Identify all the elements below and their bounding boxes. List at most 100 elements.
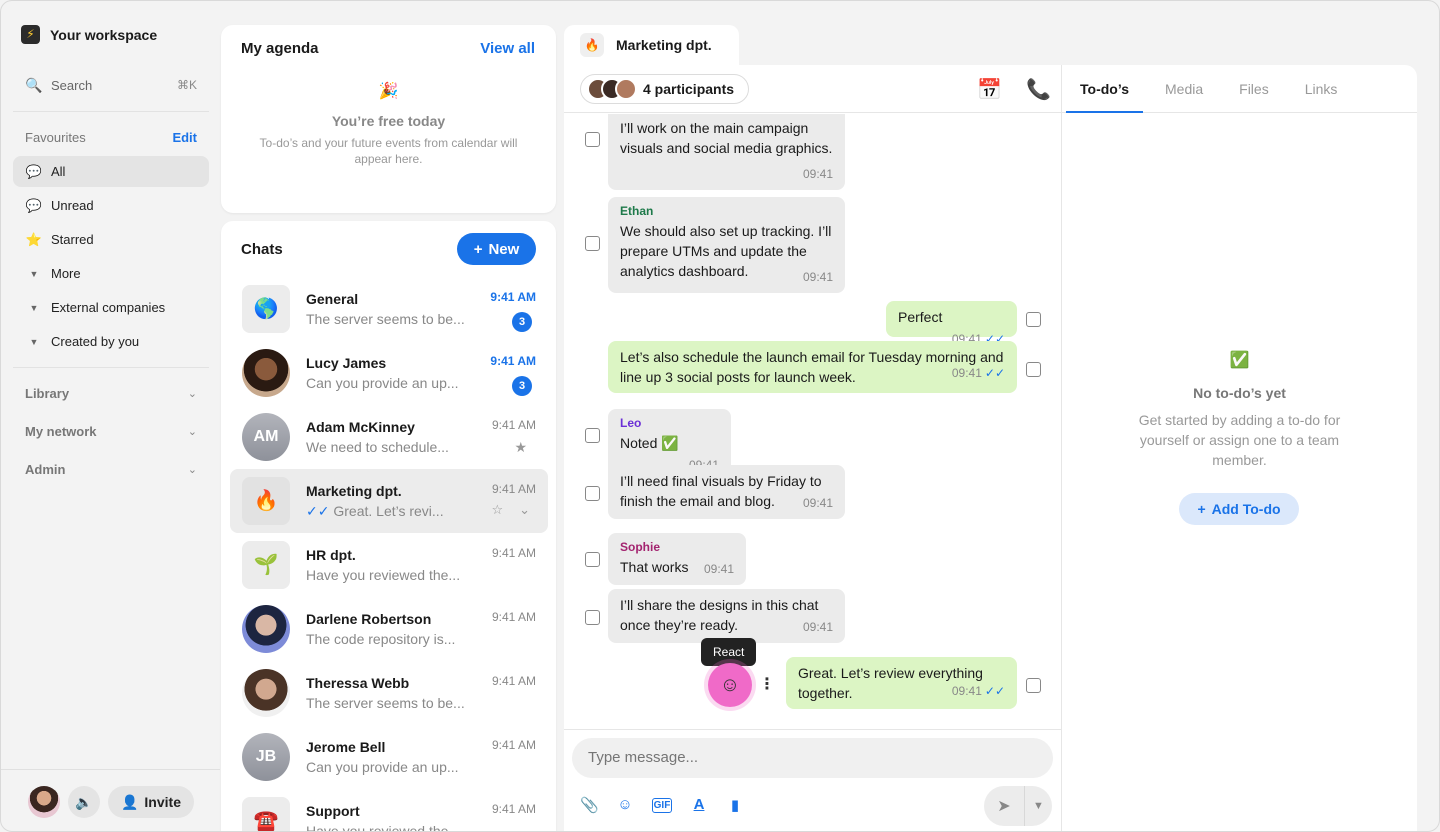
tab-todos[interactable]: To-do’s [1062, 65, 1147, 113]
react-tooltip: React [701, 638, 757, 666]
sidebar-item-more[interactable]: ▼ More [13, 258, 209, 289]
favourites-edit-button[interactable]: Edit [172, 130, 197, 145]
poll-icon[interactable]: ▮ [726, 796, 744, 814]
unread-bubble-icon: 💬 [25, 197, 43, 213]
view-all-link[interactable]: View all [480, 40, 535, 57]
tab-links[interactable]: Links [1287, 65, 1356, 112]
agenda-empty-subtitle: To-do’s and your future events from cale… [259, 136, 518, 166]
avatar[interactable] [28, 786, 60, 818]
search-bar[interactable]: 🔍 Search ⌘K [25, 75, 197, 95]
message-time: 09:41 [802, 167, 833, 181]
message-time: 09:41 [802, 620, 833, 634]
participants-label: 4 participants [643, 81, 735, 97]
sidebar-item-unread[interactable]: 💬 Unread [13, 190, 209, 221]
message-checkbox[interactable] [585, 236, 600, 251]
chat-list-item[interactable]: Theressa Webb The server seems to be... … [230, 661, 548, 725]
avatar [615, 78, 637, 100]
message-checkbox[interactable] [585, 428, 600, 443]
sidebar: ⚡ Your workspace 🔍 Search ⌘K Favourites … [1, 1, 220, 831]
emoji-icon[interactable]: ☺ [616, 796, 634, 814]
message-meta: 09:41 ✓✓ [952, 681, 1005, 701]
message-checkbox[interactable] [1026, 678, 1041, 693]
section-my-network[interactable]: My network ⌄ [25, 424, 197, 439]
chat-list-item[interactable]: 🌱 HR dpt. Have you reviewed the... 9:41 … [230, 533, 548, 597]
chat-list-item[interactable]: 🌎 General The server seems to be... 9:41… [230, 277, 548, 341]
send-icon[interactable]: ➤ [984, 796, 1024, 816]
participants-button[interactable]: 4 participants [580, 74, 750, 104]
smiley-icon: ☺ [719, 674, 741, 696]
message-bubble[interactable]: I’ll share the designs in this chat once… [608, 589, 845, 643]
divider [13, 111, 209, 112]
chevron-down-icon[interactable]: ⌄ [519, 502, 530, 518]
message-checkbox[interactable] [585, 610, 600, 625]
message-text: Perfect [898, 309, 943, 325]
text-format-icon[interactable]: A [690, 796, 708, 814]
tab-marketing-dpt[interactable]: 🔥 Marketing dpt. [564, 25, 739, 65]
message-list: I’ll work on the main campaign visuals a… [564, 114, 1061, 730]
chat-list-item-selected[interactable]: 🔥 Marketing dpt. ✓✓ Great. Let’s revi...… [230, 469, 548, 533]
section-admin[interactable]: Admin ⌄ [25, 462, 197, 477]
chat-preview: We need to schedule... [306, 439, 449, 455]
speaker-button[interactable]: 🔈 [68, 786, 100, 818]
more-options-icon[interactable]: ⋮ [759, 674, 775, 694]
message-bubble[interactable]: Sophie That works 09:41 [608, 533, 746, 585]
message-bubble[interactable]: Ethan We should also set up tracking. I’… [608, 197, 845, 293]
tab-files[interactable]: Files [1221, 65, 1287, 112]
message-bubble-outgoing[interactable]: Perfect 09:41 ✓✓ [886, 301, 1017, 346]
add-todo-label: Add To-do [1211, 501, 1281, 517]
invite-label: Invite [144, 794, 181, 810]
gif-icon[interactable]: GIF [652, 798, 672, 813]
add-user-icon: 👤 [120, 793, 139, 810]
message-bubble-outgoing[interactable]: Let’s also schedule the launch email for… [608, 341, 1017, 393]
add-todo-button[interactable]: + Add To-do [1179, 493, 1299, 525]
message-composer: 📎 ☺ GIF A ▮ ➤ ▼ [564, 729, 1061, 831]
calendar-add-icon[interactable]: 📅 [977, 77, 1002, 102]
star-outline-icon[interactable]: ☆ [491, 502, 503, 518]
chat-time: 9:41 AM [491, 738, 536, 752]
message-bubble-outgoing[interactable]: Great. Let’s review everything together.… [786, 657, 1017, 709]
chevron-down-icon: ⌄ [187, 464, 197, 476]
message-input[interactable] [572, 738, 1053, 778]
invite-button[interactable]: 👤 Invite [108, 786, 194, 818]
chat-name: Marketing dpt. [306, 483, 402, 499]
chat-list-item[interactable]: Darlene Robertson The code repository is… [230, 597, 548, 661]
sidebar-item-external-companies[interactable]: ▼ External companies [13, 292, 209, 323]
react-button[interactable]: ☺ [708, 663, 752, 707]
chat-name: Darlene Robertson [306, 611, 432, 627]
fire-icon: 🔥 [580, 33, 604, 57]
chat-list-item[interactable]: JB Jerome Bell Can you provide an up... … [230, 725, 548, 789]
workspace-switcher[interactable]: ⚡ Your workspace [21, 25, 157, 44]
sidebar-item-starred[interactable]: ⭐ Starred [13, 224, 209, 255]
paperclip-icon[interactable]: 📎 [580, 796, 599, 814]
message-checkbox[interactable] [1026, 362, 1041, 377]
sidebar-item-all[interactable]: 💬 All [13, 156, 209, 187]
new-chat-button[interactable]: + New [457, 233, 536, 265]
sidebar-item-label: All [51, 164, 66, 179]
tab-media[interactable]: Media [1147, 65, 1221, 112]
chat-preview: The code repository is... [306, 631, 456, 647]
star-icon[interactable]: ★ [514, 439, 527, 456]
agenda-empty-title: You’re free today [331, 113, 446, 129]
chevron-down-icon[interactable]: ▼ [1025, 800, 1052, 812]
chevron-down-icon: ⌄ [187, 388, 197, 400]
new-chat-label: New [488, 240, 520, 258]
chats-title: Chats [241, 241, 283, 258]
message-text: Let’s also schedule the launch email for… [620, 349, 1004, 385]
section-library[interactable]: Library ⌄ [25, 386, 197, 401]
message-checkbox[interactable] [585, 552, 600, 567]
sidebar-item-label: Starred [51, 232, 94, 247]
avatar: AM [242, 413, 290, 461]
message-bubble[interactable]: I’ll work on the main campaign visuals a… [608, 114, 845, 190]
chat-list-item[interactable]: Lucy James Can you provide an up... 9:41… [230, 341, 548, 405]
message-checkbox[interactable] [585, 132, 600, 147]
phone-icon[interactable]: 📞 [1026, 77, 1051, 102]
message-text: I’ll share the designs in this chat once… [620, 597, 819, 633]
sidebar-item-created-by-you[interactable]: ▼ Created by you [13, 326, 209, 357]
chats-panel: Chats + New 🌎 General The server seems t… [221, 221, 556, 831]
message-checkbox[interactable] [585, 486, 600, 501]
chat-list-item[interactable]: ☎️ Support Have you reviewed the... 9:41… [230, 789, 548, 831]
chat-list-item[interactable]: AM Adam McKinney We need to schedule... … [230, 405, 548, 469]
message-bubble[interactable]: I’ll need final visuals by Friday to fin… [608, 465, 845, 519]
chat-time: 9:41 AM [491, 802, 536, 816]
message-checkbox[interactable] [1026, 312, 1041, 327]
